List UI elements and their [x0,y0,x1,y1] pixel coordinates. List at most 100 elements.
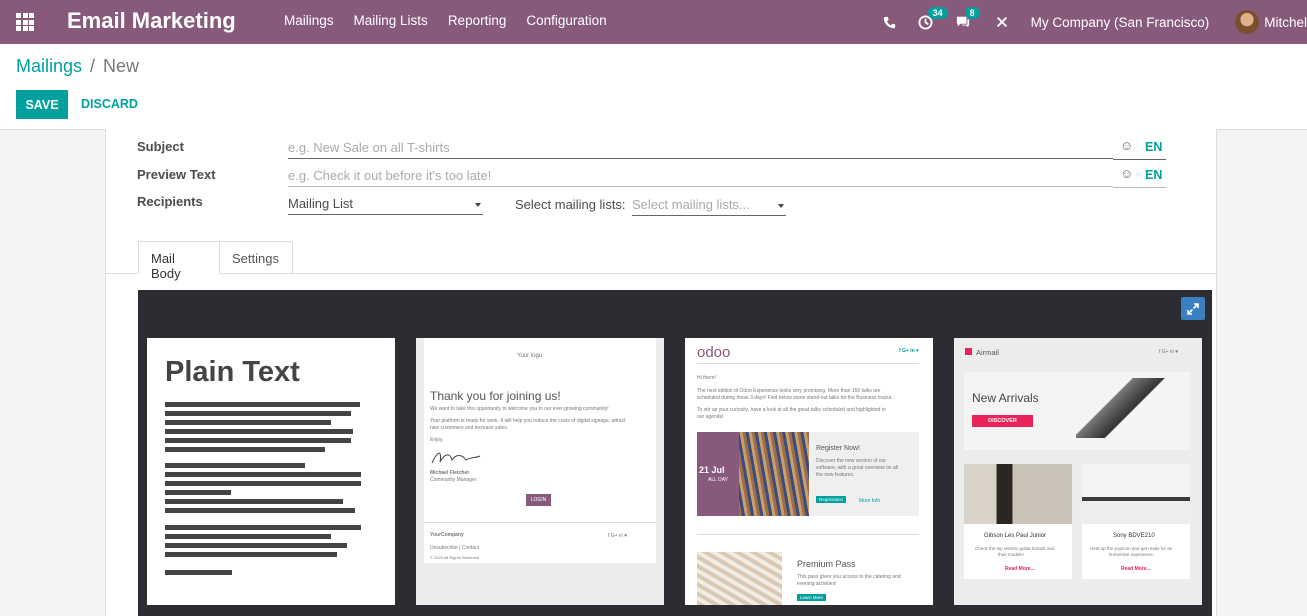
text-line-bar [165,481,361,486]
airmail-logo: Airmail [976,348,999,357]
welcome-copyright: © 2020 All Rights Reserved [430,555,479,560]
text-line-bar [165,525,361,530]
breadcrumb-separator: / [90,56,96,76]
template-card-plain-text[interactable]: Plain Text [147,338,395,605]
subject-label: Subject [137,139,184,154]
odoo-intro: The next edition of Odoo Experience look… [697,388,881,394]
preview-text-input[interactable]: e.g. Check it out before it's too late! [288,165,1113,187]
text-line-bar [165,552,337,557]
welcome-signer: Michael Fletcher [430,470,470,476]
product-card [964,464,1072,579]
company-switcher[interactable]: My Company (San Francisco) [1031,15,1210,30]
login-button: LOGIN [526,494,551,506]
welcome-line: Your platform is ready for work. It will… [430,418,626,424]
premium-pass-photo [697,552,782,605]
read-more-link: Read More... [1121,566,1151,572]
premium-text: evening activities! [797,581,837,587]
odoo-greeting: Hi there! [697,375,716,381]
emoji-icon[interactable]: ☺ [1120,166,1133,181]
learn-more-button: Learn More [797,594,827,601]
tab-mail-body[interactable]: Mail Body [138,241,220,281]
tab-settings[interactable]: Settings [220,241,293,274]
debug-tools-icon[interactable] [995,15,1009,29]
subject-underline [1113,159,1166,160]
register-text: the new features. [816,472,855,478]
social-icons: f G+ in ♥ [608,533,628,539]
emoji-icon[interactable]: ☺ [1120,138,1133,153]
menu-item-mailing-lists[interactable]: Mailing Lists [354,13,428,28]
preview-language-button[interactable]: EN [1145,168,1162,182]
template-card-airmail[interactable]: Airmail f G+ in ♥ New Arrivals DISCOVER … [954,338,1202,605]
hero-title: New Arrivals [972,391,1039,405]
register-text: software, with a great overview on all [816,465,898,471]
main-menu: Mailings Mailing Lists Reporting Configu… [284,13,607,28]
app-title[interactable]: Email Marketing [67,8,236,34]
menu-item-reporting[interactable]: Reporting [448,13,507,28]
save-button[interactable]: SAVE [16,90,68,119]
registration-button: Registration [816,496,847,503]
odoo-intro: our agenda! [697,414,724,420]
template-card-odoo[interactable]: odoo f G+ in ♥ Hi there! The next editio… [685,338,933,605]
event-date-sub: ALL DAY [708,477,729,483]
social-icons: f G+ in ♥ [1159,349,1179,355]
text-line-bar [165,534,331,539]
text-line-bar [165,570,232,575]
welcome-line: We want to take this opportunity to welc… [430,406,609,412]
preview-text-label: Preview Text [137,167,216,182]
item-title: Sony BDVE210 [1113,533,1155,539]
welcome-links: Unsubscribe | Contact [430,545,480,551]
guitar-photo [964,464,1072,524]
text-line-bar [165,402,360,407]
airmail-logo-icon [965,348,972,355]
user-name[interactable]: Mitchel [1264,15,1307,30]
text-line-bar [165,508,355,513]
welcome-signer-role: Community Manager [430,477,477,483]
item-title: Gibson Les Paul Junior [984,533,1047,539]
odoo-intro: To stir up your curiosity, have a look a… [697,407,886,413]
welcome-enjoy: Enjoy, [430,437,444,443]
discover-button: DISCOVER [972,415,1033,427]
preview-underline [1113,187,1166,188]
premium-title: Premium Pass [797,559,856,569]
user-avatar[interactable] [1235,10,1260,34]
signature-icon [431,452,481,464]
event-photo [739,432,809,516]
plain-text-title: Plain Text [165,356,300,388]
phone-icon[interactable] [883,16,896,29]
activity-clock-icon[interactable]: 34 [918,6,948,30]
activity-count-badge: 34 [927,6,948,19]
event-date: 21 Jul [699,465,725,475]
welcome-company: YourCompany [430,532,464,538]
odoo-intro: scheduled during those 3 days! Find belo… [697,395,893,401]
chevron-down-icon [475,203,481,207]
breadcrumb-mailings[interactable]: Mailings [16,56,82,77]
product-card [1082,464,1190,579]
premium-text: This pass gives you access to the cateri… [797,574,901,580]
text-line-bar [165,411,351,416]
chevron-down-icon [778,204,784,208]
odoo-logo: odoo [697,344,731,361]
apps-menu-icon[interactable] [16,13,34,31]
discard-button[interactable]: DISCARD [81,97,138,111]
text-line-bar [165,463,305,468]
welcome-logo: Your logo [517,353,543,359]
fullscreen-expand-icon[interactable] [1181,297,1205,320]
template-card-welcome[interactable]: Your logo Thank you for joining us! We w… [416,338,664,605]
more-info-link: More Info [859,498,881,504]
menu-item-configuration[interactable]: Configuration [526,13,606,28]
mailing-lists-select[interactable]: Select mailing lists... [632,194,786,216]
event-block [697,432,919,516]
item-text: Heat up the popcorn and get ready for an [1090,546,1173,551]
text-line-bar [165,429,353,434]
register-text: Discover the new version of our [816,458,887,464]
breadcrumb-current: New [103,56,140,76]
systray: 34 8 My Company (San Francisco) Mitchel [883,0,1307,44]
messages-icon[interactable]: 8 [955,7,980,29]
mailing-lists-label: Select mailing lists: [515,197,626,212]
recipients-select[interactable]: Mailing List [288,193,483,215]
subject-language-button[interactable]: EN [1145,140,1162,154]
recipients-value: Mailing List [288,196,354,211]
subject-input[interactable]: e.g. New Sale on all T-shirts [288,137,1113,159]
text-line-bar [165,472,361,477]
menu-item-mailings[interactable]: Mailings [284,13,334,28]
